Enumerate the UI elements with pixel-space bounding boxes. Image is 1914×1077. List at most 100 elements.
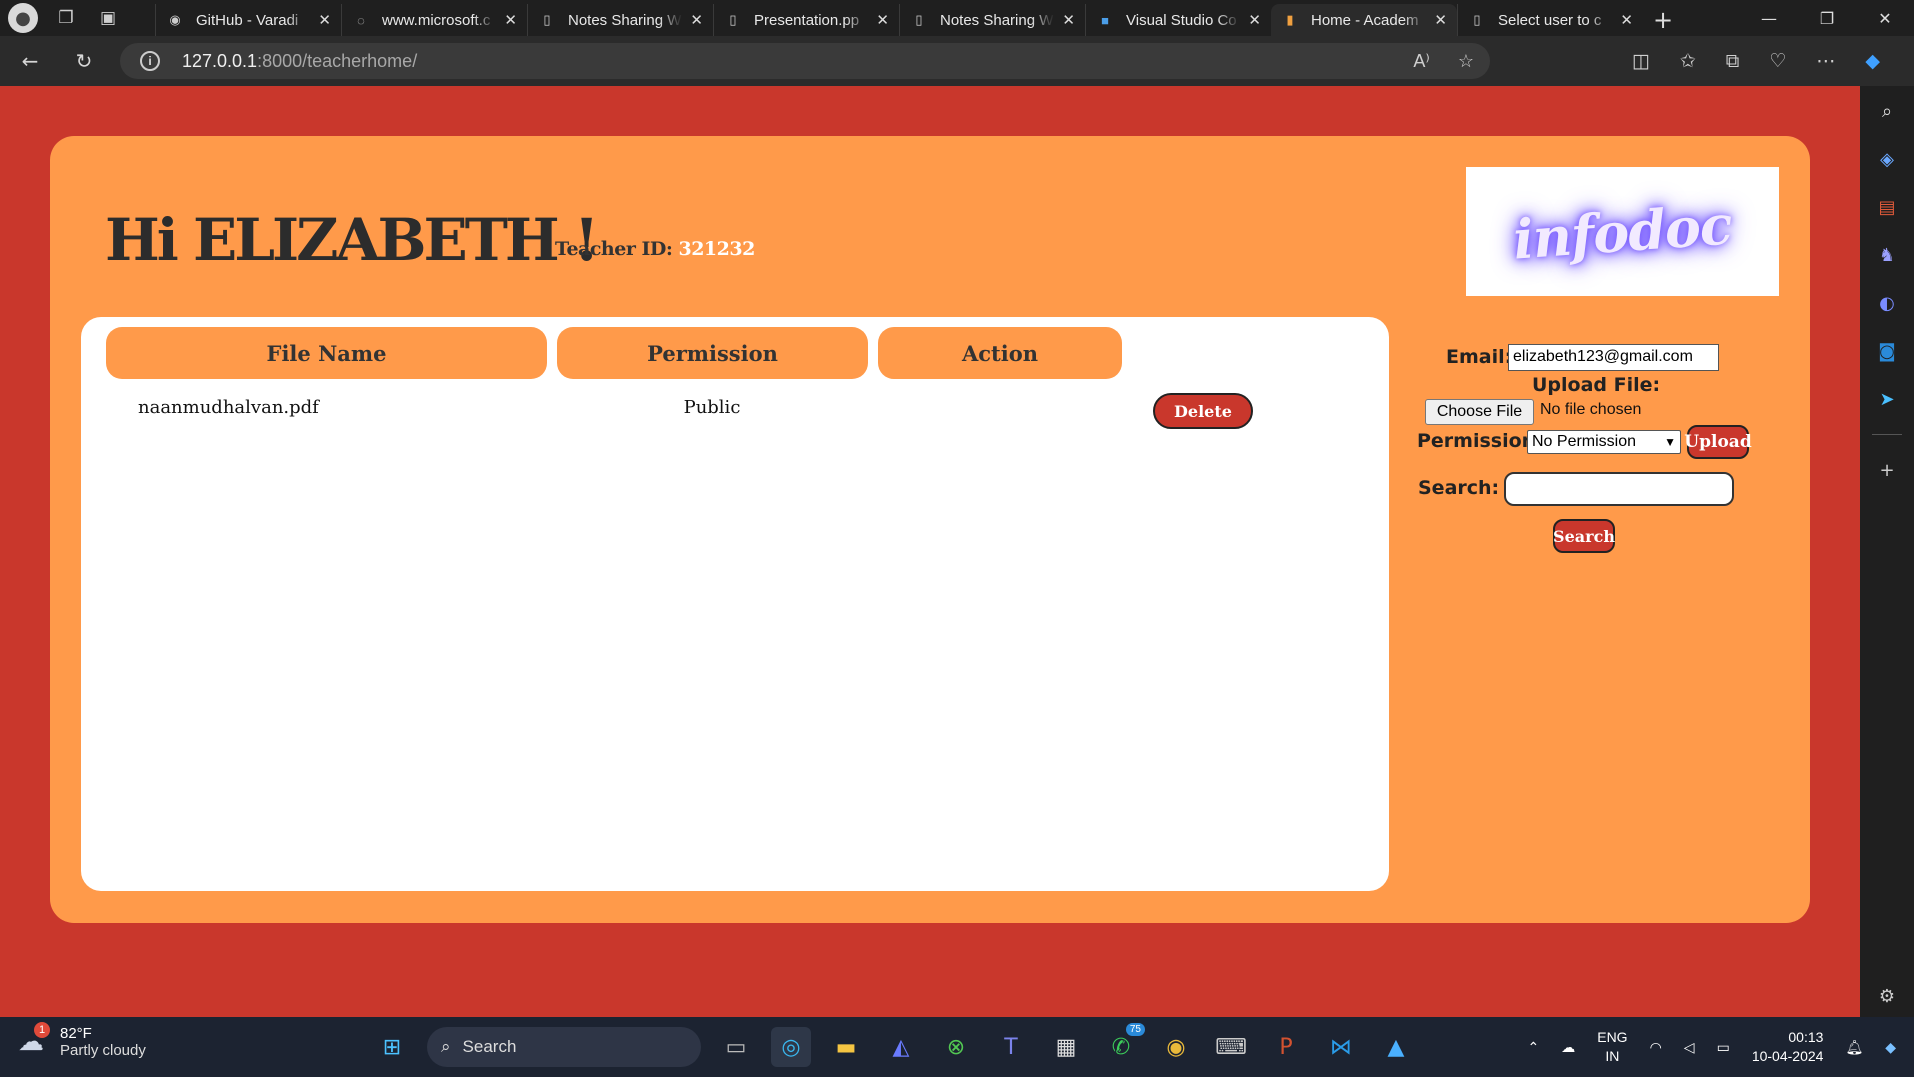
settings-icon[interactable]: ⚙ — [1874, 983, 1900, 1009]
tools-icon[interactable]: ▤ — [1874, 194, 1900, 220]
close-tab-icon[interactable]: ✕ — [876, 11, 889, 29]
close-window-icon[interactable]: ✕ — [1856, 0, 1914, 36]
close-tab-icon[interactable]: ✕ — [1062, 11, 1075, 29]
tab-strip-left: ● ❐ ▣ — [0, 0, 155, 36]
close-tab-icon[interactable]: ✕ — [318, 11, 331, 29]
close-tab-icon[interactable]: ✕ — [504, 11, 517, 29]
teams-icon[interactable]: T — [991, 1027, 1031, 1067]
page-icon: ▯ — [1473, 12, 1481, 27]
browser-tab[interactable]: ◉ GitHub - Varadi ✕ — [155, 4, 341, 36]
outlook-icon[interactable]: ◙ — [1874, 338, 1900, 364]
vs-app-icon[interactable]: ◭ — [881, 1027, 921, 1067]
choose-file-button[interactable]: Choose File — [1425, 399, 1534, 425]
lang-top: ENG — [1597, 1029, 1628, 1045]
browser-essentials-icon[interactable]: ♡ — [1769, 50, 1786, 72]
volume-icon[interactable]: ◁ — [1684, 1039, 1695, 1056]
read-aloud-icon[interactable]: A⁾ — [1413, 51, 1429, 72]
teacher-id: Teacher ID: 321232 — [555, 238, 755, 260]
windows-taskbar: ☁ 1 82°F Partly cloudy ⊞ ⌕ Search ▭ ◎ ▬ … — [0, 1017, 1914, 1077]
restore-icon[interactable]: ❐ — [1798, 0, 1856, 36]
web-page: Hi ELIZABETH ! Teacher ID: 321232 infodo… — [0, 86, 1860, 1017]
split-screen-icon[interactable]: ◫ — [1632, 50, 1650, 72]
workspaces-icon[interactable]: ❐ — [52, 4, 80, 32]
browser-tab[interactable]: ▯ Notes Sharing W ✕ — [527, 4, 713, 36]
clock[interactable]: 00:13 10-04-2024 — [1752, 1028, 1824, 1066]
tab-title: Home - Academ — [1311, 11, 1419, 29]
back-icon[interactable]: ← — [6, 43, 54, 79]
close-tab-icon[interactable]: ✕ — [1620, 11, 1633, 29]
close-tab-icon[interactable]: ✕ — [1434, 11, 1447, 29]
powerpoint-icon[interactable]: P — [1266, 1027, 1306, 1067]
notification-bell-icon[interactable]: 🔔︎ — [1845, 1039, 1863, 1056]
shopping-icon[interactable]: ◈ — [1874, 146, 1900, 172]
profile-icon[interactable]: ● — [8, 3, 38, 33]
taskbar-search[interactable]: ⌕ Search — [427, 1027, 701, 1067]
browser-tab[interactable]: ▯ Notes Sharing W ✕ — [899, 4, 1085, 36]
copilot-sidebar-icon[interactable]: ◐ — [1874, 290, 1900, 316]
browser-tab[interactable]: ◌ www.microsoft.c ✕ — [341, 4, 527, 36]
favorite-star-icon[interactable]: ☆ — [1458, 51, 1474, 72]
language-indicator[interactable]: ENG IN — [1597, 1028, 1627, 1066]
search-label: Search: — [1418, 477, 1500, 499]
send-icon[interactable]: ➤ — [1874, 386, 1900, 412]
close-tab-icon[interactable]: ✕ — [690, 11, 703, 29]
start-icon[interactable]: ⊞ — [372, 1027, 412, 1067]
terminal-icon[interactable]: ⌨ — [1211, 1027, 1251, 1067]
wifi-icon[interactable]: ◠ — [1650, 1039, 1662, 1056]
browser-tab[interactable]: ▯ Presentation.pp ✕ — [713, 4, 899, 36]
tab-list: ◉ GitHub - Varadi ✕ ◌ www.microsoft.c ✕ … — [155, 0, 1683, 36]
browser-tab[interactable]: ■ Visual Studio Co ✕ — [1085, 4, 1271, 36]
add-icon[interactable]: + — [1874, 457, 1900, 483]
permission-select[interactable]: No Permission ▼ — [1527, 430, 1681, 454]
window-controls: — ❐ ✕ — [1740, 0, 1914, 36]
minimize-icon[interactable]: — — [1740, 0, 1798, 36]
xbox-icon[interactable]: ⊗ — [936, 1027, 976, 1067]
copilot-icon[interactable]: ◆ — [1865, 50, 1880, 72]
weather-widget[interactable]: ☁ 1 82°F Partly cloudy — [18, 1022, 146, 1059]
store-icon[interactable]: ▦ — [1046, 1027, 1086, 1067]
vscode-icon[interactable]: ⋈ — [1321, 1027, 1361, 1067]
photos-icon[interactable]: ▲ — [1376, 1027, 1416, 1067]
chevron-up-icon[interactable]: ⌃ — [1528, 1039, 1540, 1056]
close-tab-icon[interactable]: ✕ — [1248, 11, 1261, 29]
onedrive-icon[interactable]: ☁ — [1561, 1039, 1575, 1056]
whatsapp-badge: 75 — [1125, 1023, 1145, 1036]
file-explorer-icon[interactable]: ▬ — [826, 1027, 866, 1067]
email-field[interactable]: elizabeth123@gmail.com — [1508, 344, 1719, 371]
permission-selected-value: No Permission — [1532, 433, 1637, 450]
upload-button[interactable]: Upload — [1684, 425, 1752, 459]
whatsapp-icon[interactable]: ✆ 75 — [1101, 1023, 1145, 1067]
teacher-id-label: Teacher ID: — [555, 238, 673, 260]
search-button[interactable]: Search — [1553, 519, 1615, 553]
edge-icon[interactable]: ◎ — [771, 1027, 811, 1067]
more-menu-icon[interactable]: ⋯ — [1816, 50, 1835, 72]
address-bar[interactable]: i 127.0.0.1:8000/teacherhome/ A⁾ ☆ — [120, 43, 1490, 79]
logo: infodoc — [1466, 167, 1779, 296]
logo-text: infodoc — [1511, 191, 1734, 272]
chrome-icon[interactable]: ◉ — [1156, 1027, 1196, 1067]
collections-icon[interactable]: ⧉ — [1726, 50, 1740, 72]
system-tray: ⌃ ☁ ENG IN ◠ ◁ ▭ 00:13 10-04-2024 🔔︎ ◆ — [1528, 1017, 1897, 1077]
search-icon[interactable]: ⌕ — [1874, 98, 1900, 124]
favorites-icon[interactable]: ✩ — [1680, 50, 1696, 72]
vs-icon: ■ — [1101, 12, 1109, 28]
tab-actions-icon[interactable]: ▣ — [94, 4, 122, 32]
github-icon: ◉ — [169, 12, 181, 27]
copilot-taskbar-icon[interactable]: ◆ — [1885, 1039, 1896, 1056]
new-tab-button[interactable]: + — [1643, 4, 1683, 36]
sidebar-divider — [1872, 434, 1902, 435]
search-input[interactable] — [1504, 472, 1734, 506]
edge-sidebar: ⌕ ◈ ▤ ♞ ◐ ◙ ➤ + ⚙ — [1860, 86, 1914, 1017]
browser-tab-active[interactable]: ▮ Home - Academ ✕ — [1271, 4, 1457, 36]
site-info-icon[interactable]: i — [140, 51, 160, 71]
battery-icon[interactable]: ▭ — [1717, 1039, 1730, 1056]
email-label: Email: — [1446, 346, 1513, 368]
teacher-id-value: 321232 — [678, 238, 755, 260]
games-icon[interactable]: ♞ — [1874, 242, 1900, 268]
browser-tab[interactable]: ▯ Select user to c ✕ — [1457, 4, 1643, 36]
delete-button[interactable]: Delete — [1153, 393, 1253, 429]
refresh-icon[interactable]: ↻ — [60, 43, 108, 79]
permission-label: Permission: — [1417, 430, 1543, 452]
task-view-icon[interactable]: ▭ — [716, 1027, 756, 1067]
url-path: :8000/teacherhome/ — [257, 50, 418, 71]
